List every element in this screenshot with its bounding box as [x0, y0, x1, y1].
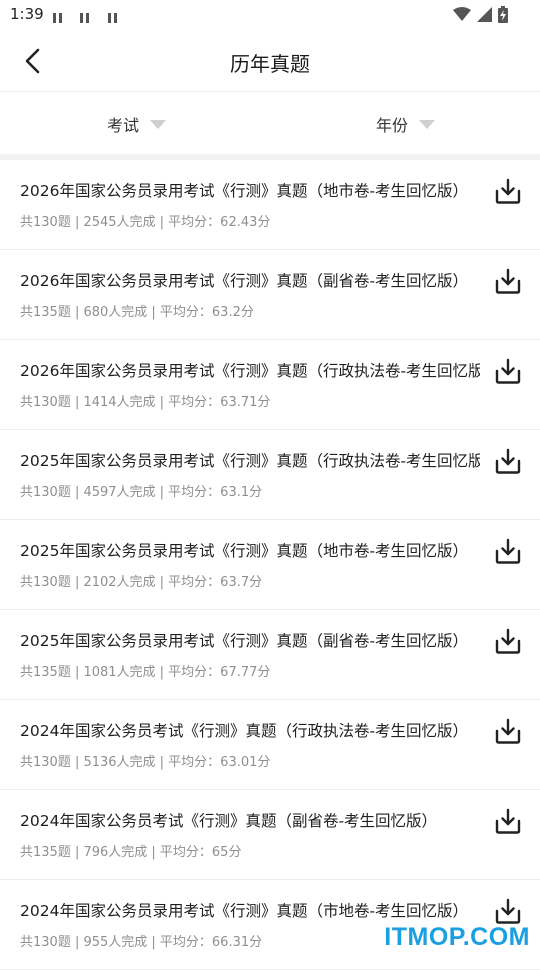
exam-paper-stats: 共135题 | 1081人完成 | 平均分：67.77分 — [20, 661, 270, 680]
exam-paper-title: 2025年国家公务员录用考试《行测》真题（行政执法卷-考生回忆版） — [20, 449, 480, 471]
wifi-icon — [453, 7, 471, 22]
download-icon — [494, 357, 522, 385]
download-icon — [494, 897, 522, 925]
exam-paper-stats: 共130题 | 4597人完成 | 平均分：63.1分 — [20, 481, 262, 500]
exam-paper-stats: 共135题 | 680人完成 | 平均分：63.2分 — [20, 301, 254, 320]
exam-paper-stats: 共130题 | 1414人完成 | 平均分：63.71分 — [20, 391, 270, 410]
download-button[interactable] — [494, 267, 522, 295]
download-icon — [494, 807, 522, 835]
download-icon — [494, 537, 522, 565]
year-filter-dropdown[interactable]: 年份 — [376, 112, 435, 136]
exam-filter-dropdown[interactable]: 考试 — [107, 112, 166, 136]
exam-paper-title: 2024年国家公务员录用考试《行测》真题（市地卷-考生回忆版） — [20, 899, 468, 921]
download-button[interactable] — [494, 177, 522, 205]
download-icon — [494, 627, 522, 655]
exam-paper-item[interactable]: 2025年国家公务员录用考试《行测》真题（行政执法卷-考生回忆版） 共130题 |… — [0, 430, 540, 520]
caret-down-icon — [419, 120, 435, 129]
download-button[interactable] — [494, 357, 522, 385]
notification-icon — [108, 9, 122, 21]
filter-bar: 考试 年份 — [0, 92, 540, 154]
notification-icon — [53, 9, 67, 21]
exam-paper-item[interactable]: 2024年国家公务员考试《行测》真题（副省卷-考生回忆版） 共135题 | 796… — [0, 790, 540, 880]
download-button[interactable] — [494, 897, 522, 925]
exam-paper-stats: 共130题 | 2545人完成 | 平均分：62.43分 — [20, 211, 270, 230]
download-icon — [494, 267, 522, 295]
exam-paper-title: 2025年国家公务员录用考试《行测》真题（副省卷-考生回忆版） — [20, 629, 468, 651]
exam-paper-title: 2026年国家公务员录用考试《行测》真题（副省卷-考生回忆版） — [20, 269, 468, 291]
exam-paper-item[interactable]: 2024年国家公务员考试《行测》真题（行政执法卷-考生回忆版） 共130题 | 5… — [0, 700, 540, 790]
exam-paper-item[interactable]: 2026年国家公务员录用考试《行测》真题（副省卷-考生回忆版） 共135题 | 6… — [0, 250, 540, 340]
exam-paper-list: 2026年国家公务员录用考试《行测》真题（地市卷-考生回忆版） 共130题 | 2… — [0, 160, 540, 970]
status-indicators — [453, 6, 508, 23]
download-button[interactable] — [494, 807, 522, 835]
exam-paper-stats: 共135题 | 796人完成 | 平均分：65分 — [20, 841, 241, 860]
status-time: 1:39 — [10, 5, 44, 23]
battery-icon — [498, 6, 508, 23]
exam-paper-title: 2026年国家公务员录用考试《行测》真题（地市卷-考生回忆版） — [20, 179, 468, 201]
download-button[interactable] — [494, 447, 522, 475]
exam-paper-item[interactable]: 2025年国家公务员录用考试《行测》真题（副省卷-考生回忆版） 共135题 | 1… — [0, 610, 540, 700]
download-button[interactable] — [494, 717, 522, 745]
exam-paper-stats: 共130题 | 5136人完成 | 平均分：63.01分 — [20, 751, 270, 770]
watermark: ITMOP.COM — [384, 923, 530, 952]
exam-paper-item[interactable]: 2026年国家公务员录用考试《行测》真题（行政执法卷-考生回忆版） 共130题 |… — [0, 340, 540, 430]
exam-paper-title: 2024年国家公务员考试《行测》真题（行政执法卷-考生回忆版） — [20, 719, 468, 741]
signal-icon — [477, 7, 492, 22]
exam-paper-title: 2025年国家公务员录用考试《行测》真题（地市卷-考生回忆版） — [20, 539, 468, 561]
exam-paper-title: 2024年国家公务员考试《行测》真题（副省卷-考生回忆版） — [20, 809, 437, 831]
exam-paper-title: 2026年国家公务员录用考试《行测》真题（行政执法卷-考生回忆版） — [20, 359, 480, 381]
download-button[interactable] — [494, 537, 522, 565]
notification-icon — [80, 9, 94, 21]
exam-paper-stats: 共130题 | 2102人完成 | 平均分：63.7分 — [20, 571, 262, 590]
year-filter-label: 年份 — [376, 112, 408, 136]
download-icon — [494, 177, 522, 205]
download-icon — [494, 717, 522, 745]
page-title: 历年真题 — [0, 48, 540, 77]
download-button[interactable] — [494, 627, 522, 655]
app-bar: 历年真题 — [0, 30, 540, 92]
exam-filter-label: 考试 — [107, 112, 139, 136]
caret-down-icon — [150, 120, 166, 129]
exam-paper-stats: 共130题 | 955人完成 | 平均分：66.31分 — [20, 931, 262, 950]
download-icon — [494, 447, 522, 475]
status-bar: 1:39 — [0, 0, 540, 30]
exam-paper-item[interactable]: 2026年国家公务员录用考试《行测》真题（地市卷-考生回忆版） 共130题 | 2… — [0, 160, 540, 250]
exam-paper-item[interactable]: 2025年国家公务员录用考试《行测》真题（地市卷-考生回忆版） 共130题 | 2… — [0, 520, 540, 610]
